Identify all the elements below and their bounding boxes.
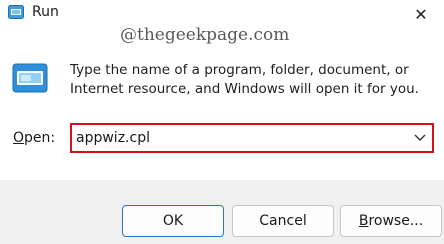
browse-button[interactable]: Browse...	[340, 205, 442, 237]
run-icon	[8, 5, 24, 19]
cancel-button-label: Cancel	[259, 213, 307, 229]
chevron-down-icon[interactable]	[414, 133, 426, 143]
title-bar[interactable]: Run ✕	[0, 0, 444, 28]
open-combobox[interactable]	[70, 123, 434, 153]
cancel-button[interactable]: Cancel	[232, 205, 334, 237]
window-title: Run	[32, 4, 59, 20]
ok-button[interactable]: OK	[122, 205, 224, 237]
open-label-mnemonic: O	[13, 130, 25, 146]
run-icon	[12, 63, 48, 93]
open-label-rest: pen:	[24, 130, 56, 146]
open-label: Open:	[13, 128, 55, 148]
dialog-description: Type the name of a program, folder, docu…	[70, 62, 419, 97]
close-icon: ✕	[414, 4, 428, 24]
browse-label-mnemonic: B	[358, 213, 369, 229]
open-input[interactable]	[76, 128, 396, 148]
run-dialog: Run ✕ @thegeekpage.com Type the name of …	[0, 0, 444, 244]
close-button[interactable]: ✕	[398, 0, 444, 28]
watermark: @thegeekpage.com	[120, 25, 290, 45]
ok-button-label: OK	[162, 213, 184, 229]
browse-label-rest: rowse...	[368, 213, 424, 229]
